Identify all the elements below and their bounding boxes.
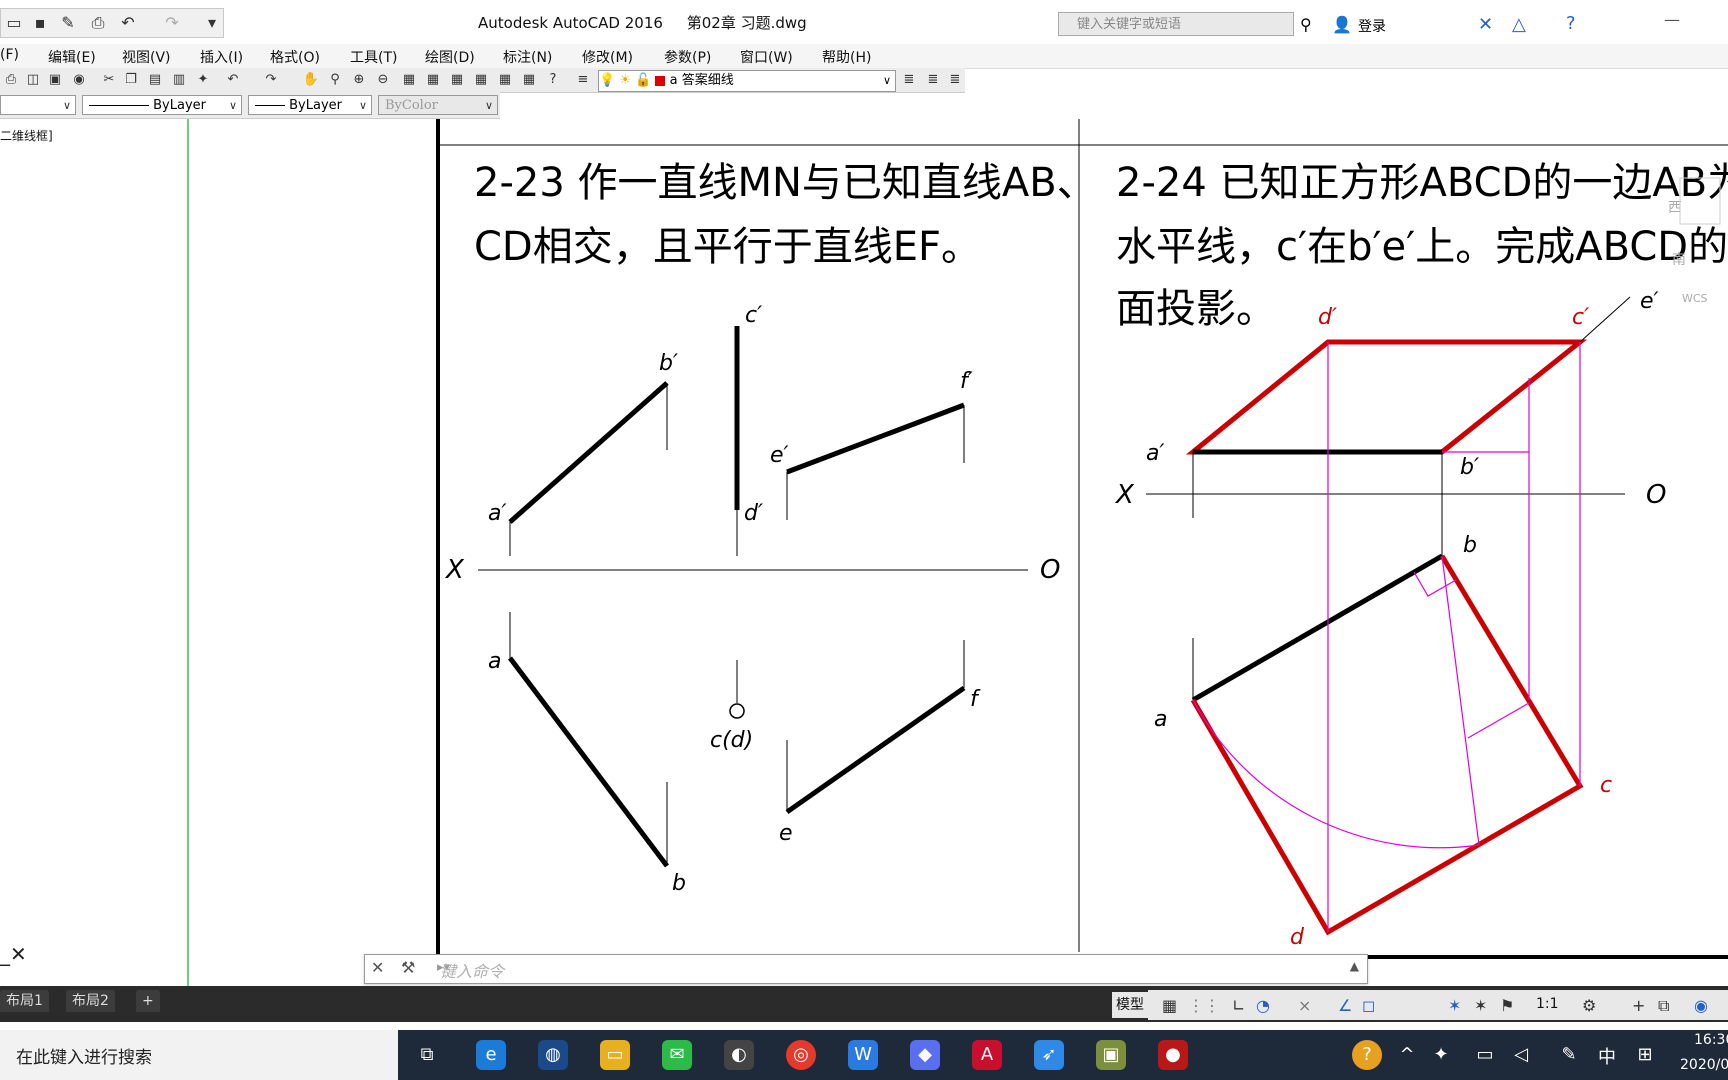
line-ef-prime [786, 402, 965, 475]
line-ab-2 [1191, 553, 1444, 703]
square-top-projection [1190, 554, 1584, 936]
label-e-prime: e′ [770, 443, 789, 468]
annotation-scale-icon[interactable]: ⚑ [1500, 996, 1514, 1015]
tab-layout2[interactable]: 布局2 [66, 990, 115, 1012]
dynamic-ucs-icon[interactable]: ◻ [1362, 996, 1375, 1015]
label-o: O [1040, 555, 1060, 585]
drawing-canvas: 2-23 作一直线MN与已知直线AB、 CD相交，且平行于直线EF。 b′ c′… [187, 119, 1728, 986]
label-c-prime: c′ [745, 303, 762, 328]
recorder-icon[interactable]: ● [1158, 1040, 1188, 1070]
chrome-icon[interactable]: ◎ [786, 1040, 816, 1070]
problem1-line1: 2-23 作一直线MN与已知直线AB、 [474, 160, 1097, 206]
close-icon[interactable]: ✕ [371, 958, 384, 977]
media-icon[interactable]: ◐ [724, 1040, 754, 1070]
otrack-icon[interactable]: ∠ [1338, 996, 1352, 1015]
line-ef [785, 685, 966, 815]
clean-screen-icon[interactable]: ◉ [1694, 996, 1708, 1015]
volume-icon[interactable]: ◁ [1506, 1040, 1536, 1070]
chevron-up-icon[interactable]: ▲ [1350, 959, 1359, 973]
label-c-prime-2: c′ [1572, 305, 1589, 330]
help-tray-icon[interactable]: ? [1352, 1040, 1382, 1070]
grid-icon[interactable]: ▦ [1162, 996, 1177, 1015]
construction-lines [1192, 342, 1581, 932]
paint-icon[interactable]: ▣ [1096, 1040, 1126, 1070]
annotation-visibility-icon[interactable]: ✶ [1474, 996, 1487, 1015]
tab-layout1[interactable]: 布局1 [0, 990, 49, 1012]
office-icon[interactable]: W [848, 1040, 878, 1070]
label-cd: c(d) [710, 728, 753, 753]
osnap-icon[interactable]: ⨯ [1298, 996, 1311, 1015]
isolate-icon[interactable]: ⧉ [1658, 996, 1669, 1016]
model-toggle[interactable]: 模型 [1112, 992, 1148, 1018]
gear-icon[interactable]: ⚙ [1582, 996, 1596, 1015]
problem2-line2: 水平线，c′在b′e′上。完成ABCD的两 [1116, 224, 1728, 270]
wrench-icon[interactable]: ⚒ [401, 958, 415, 977]
command-line: ✕ ⚒ ▸▾ ▲ [364, 954, 1368, 984]
viewcube-south: 南 [1672, 252, 1686, 268]
label-b: b [672, 871, 686, 896]
label-o-2: O [1646, 480, 1666, 510]
label-b-2: b [1463, 533, 1477, 558]
windows-search-text[interactable]: 在此键入进行搜索 [16, 1043, 152, 1068]
polar-icon[interactable]: ◔ [1256, 996, 1270, 1015]
problem2-line3: 面投影。 [1116, 286, 1276, 332]
label-x-2: X [1114, 480, 1135, 510]
clock-date[interactable]: 2020/0 [1680, 1057, 1728, 1073]
dropbox-icon[interactable]: ✦ [1426, 1040, 1456, 1070]
label-d-prime: d′ [744, 501, 763, 526]
square-front-projection [1185, 339, 1588, 455]
app-icon[interactable]: ◆ [910, 1040, 940, 1070]
label-d-prime-2: d′ [1318, 305, 1337, 330]
label-e-prime-2: e′ [1640, 289, 1659, 314]
clock-time[interactable]: 16:30 [1694, 1032, 1728, 1048]
browser-icon[interactable]: ◍ [538, 1040, 568, 1070]
label-b-prime-2: b′ [1460, 455, 1479, 480]
plus-icon[interactable]: + [1632, 996, 1645, 1015]
tab-add[interactable]: + [136, 990, 160, 1012]
chevron-up-icon[interactable]: ^ [1392, 1040, 1422, 1070]
battery-icon[interactable]: ▭ [1470, 1040, 1500, 1070]
ime-indicator[interactable]: 中 [1598, 1043, 1616, 1069]
wechat-icon[interactable]: ✉ [662, 1040, 692, 1070]
label-b-prime: b′ [659, 351, 678, 376]
problem1-line2: CD相交，且平行于直线EF。 [474, 224, 981, 270]
task-view-icon[interactable]: ⧉ [412, 1040, 442, 1070]
annotation-scale-value[interactable]: 1:1 [1536, 996, 1559, 1012]
pen-icon[interactable]: ✎ [1554, 1040, 1584, 1070]
label-d-2: d [1290, 925, 1305, 950]
label-x: X [444, 555, 465, 585]
label-e: e [779, 821, 793, 846]
line-ab [508, 656, 669, 868]
point-cd [729, 703, 745, 719]
status-toggles: ▦ ⋮⋮ ∟ ◔ ⨯ ∠ ◻ ✶ ✶ ⚑ 1:1 ⚙ + ⧉ ◉ [1148, 990, 1728, 1020]
label-c-2: c [1600, 773, 1612, 798]
label-f-prime: f′ [960, 369, 973, 394]
annotation-icon[interactable]: ✶ [1448, 996, 1461, 1015]
label-a-prime: a′ [488, 501, 506, 526]
label-a-prime-2: a′ [1146, 441, 1164, 466]
problem2-line1: 2-24 已知正方形ABCD的一边AB为 [1116, 160, 1728, 206]
label-a-2: a [1154, 707, 1167, 732]
file-explorer-icon[interactable]: ▭ [600, 1040, 630, 1070]
viewcube-wcs: WCS [1682, 292, 1708, 305]
ortho-icon[interactable]: ∟ [1232, 996, 1245, 1015]
label-a: a [488, 649, 501, 674]
keyboard-icon[interactable]: ⊞ [1630, 1040, 1660, 1070]
label-f: f [970, 687, 981, 712]
command-input[interactable]: 键入命令 [440, 958, 504, 982]
feather-icon[interactable]: ➶ [1034, 1040, 1064, 1070]
line-ab-prime [508, 381, 669, 524]
snap-icon[interactable]: ⋮⋮ [1188, 996, 1220, 1015]
autocad-icon[interactable]: A [972, 1040, 1002, 1070]
edge-icon[interactable]: e [476, 1040, 506, 1070]
